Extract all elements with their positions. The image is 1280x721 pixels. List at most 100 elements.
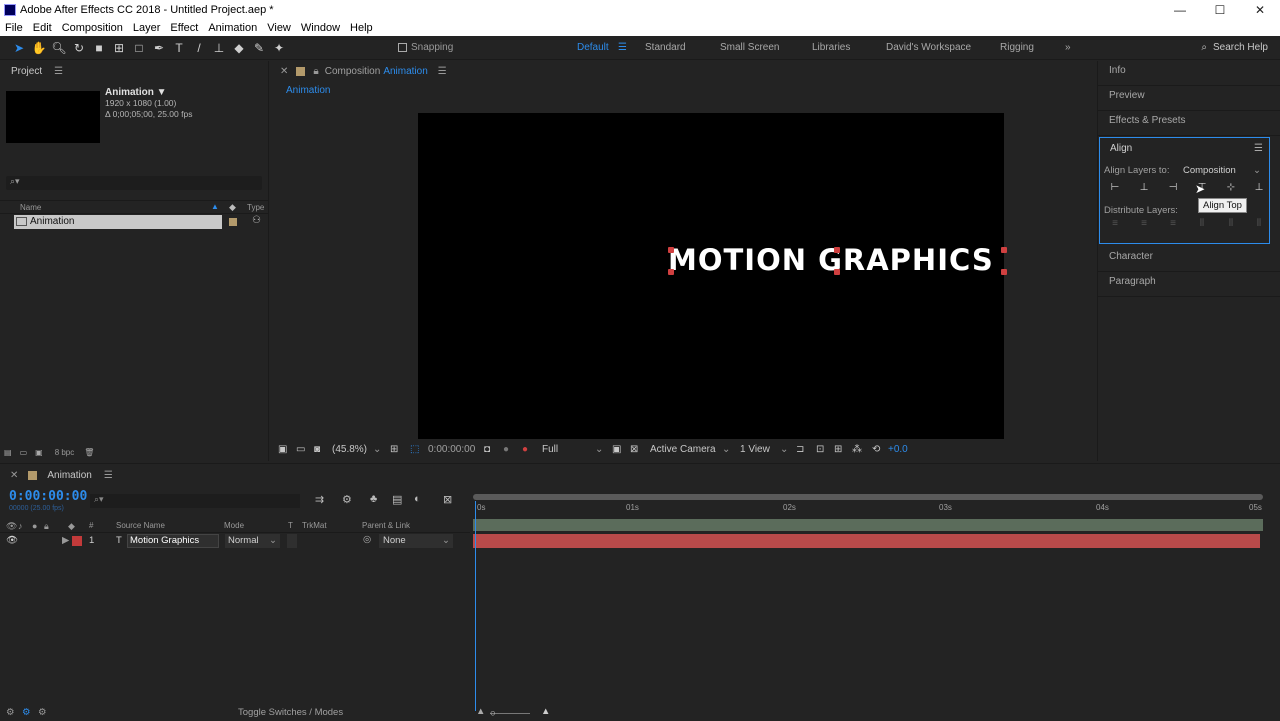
preserve-transparency-header[interactable]: T (288, 521, 293, 530)
panel-menu-icon[interactable]: ☰ (104, 470, 113, 481)
toggle-switches-modes[interactable]: Toggle Switches / Modes (238, 707, 343, 718)
align-vertical-center-icon[interactable]: ⊹ (1224, 182, 1238, 194)
brush-tool-icon[interactable]: / (190, 39, 208, 57)
current-time-display[interactable]: 0:00:00:00 (428, 444, 475, 455)
blend-mode-dropdown[interactable]: Normal ⌄ (225, 534, 280, 548)
parent-pickwhip-icon[interactable]: ◎ (363, 534, 371, 545)
menu-animation[interactable]: Animation (203, 22, 262, 34)
workspace-davids[interactable]: David's Workspace (886, 42, 971, 53)
mode-header[interactable]: Mode (224, 521, 244, 530)
work-area-range[interactable] (473, 519, 1263, 531)
show-snapshot-icon[interactable]: ● (503, 444, 509, 455)
workspace-menu-icon[interactable]: ☰ (618, 42, 627, 53)
camera-dropdown[interactable]: Active Camera (650, 444, 716, 455)
motion-blur-icon[interactable]: ◐ (414, 493, 421, 505)
close-tab-icon[interactable]: ✕ (280, 66, 288, 77)
channel-rgb-icon[interactable]: ● (522, 444, 528, 455)
preview-panel-tab[interactable]: Preview (1098, 86, 1280, 111)
anchor-point-handle[interactable] (834, 269, 840, 275)
composition-mini-flowchart-icon[interactable]: ⇉ (315, 493, 324, 506)
shy-layers-icon[interactable]: ♣ (370, 493, 377, 505)
bpc-label[interactable]: 8 bpc (55, 448, 75, 457)
snapping-toggle[interactable]: Snapping (398, 42, 453, 53)
composition-navigator-tab[interactable]: Animation (286, 85, 330, 96)
align-bottom-icon[interactable]: ⊥ (1252, 182, 1266, 194)
label-tag-icon[interactable]: ◆ (68, 521, 75, 532)
delete-icon[interactable]: 🗑︎ (84, 448, 94, 457)
timeline-icon[interactable]: ⊞ (834, 444, 842, 455)
close-window-button[interactable]: ✕ (1240, 3, 1280, 17)
reset-exposure-icon[interactable]: ⟲ (872, 444, 880, 455)
maximize-button[interactable]: ☐ (1200, 3, 1240, 17)
zoom-level-dropdown[interactable]: (45.8%) (332, 444, 367, 455)
workspace-small-screen[interactable]: Small Screen (720, 42, 779, 53)
audio-toggle-icon[interactable]: ♪ (18, 521, 23, 531)
pen-tool-icon[interactable]: ✒ (150, 39, 168, 57)
workspace-default[interactable]: Default (577, 42, 609, 53)
menu-edit[interactable]: Edit (28, 22, 57, 34)
transparency-grid-icon[interactable]: ⊠ (630, 444, 638, 455)
lock-icon[interactable]: 🔒︎ (313, 66, 318, 77)
layer-label-swatch[interactable] (72, 536, 82, 546)
rotate-tool-icon[interactable]: ↻ (70, 39, 88, 57)
align-left-icon[interactable]: ⊢ (1108, 182, 1122, 194)
close-tab-icon[interactable]: ✕ (10, 470, 18, 481)
effects-presets-panel-tab[interactable]: Effects & Presets (1098, 111, 1280, 136)
paragraph-panel-tab[interactable]: Paragraph (1098, 272, 1280, 297)
new-folder-icon[interactable]: ▭ (20, 448, 28, 457)
transfer-controls-icon[interactable]: ⚙ (22, 707, 31, 718)
flowchart-icon[interactable]: ⁂ (852, 444, 862, 455)
work-area-bar[interactable] (473, 494, 1263, 500)
info-panel-tab[interactable]: Info (1098, 61, 1280, 86)
project-tab[interactable]: Project ☰ (0, 61, 268, 81)
trkmat-header[interactable]: TrkMat (302, 521, 327, 530)
video-toggle-icon[interactable]: 👁︎ (6, 521, 17, 532)
label-color-swatch[interactable] (229, 218, 237, 226)
align-panel-title[interactable]: Align (1110, 143, 1132, 154)
menu-file[interactable]: File (0, 22, 28, 34)
align-layers-to-dropdown[interactable]: Composition ⌄ (1183, 165, 1263, 176)
chevron-down-icon[interactable]: ⌄ (780, 444, 788, 455)
menu-help[interactable]: Help (345, 22, 378, 34)
expand-layer-chevron-icon[interactable]: ▶ (62, 535, 69, 546)
view-layout-dropdown[interactable]: 1 View (740, 444, 770, 455)
layer-name[interactable]: Motion Graphics (127, 534, 219, 548)
distribute-top-icon[interactable]: ≡ (1108, 218, 1122, 230)
zoom-out-icon[interactable]: ▲ (476, 706, 485, 717)
transform-handle[interactable] (668, 269, 674, 275)
eye-icon[interactable]: 👁︎ (6, 535, 18, 546)
label-tag-icon[interactable]: ◆ (229, 202, 236, 213)
source-name-header[interactable]: Source Name (116, 521, 165, 530)
minimize-button[interactable]: — (1160, 3, 1200, 17)
panel-menu-icon[interactable]: ☰ (438, 66, 447, 77)
zoom-in-icon[interactable]: ▲ (541, 706, 550, 717)
grid-guide-icon[interactable]: ⊞ (390, 444, 398, 455)
transform-handle[interactable] (668, 247, 674, 253)
chevron-down-icon[interactable]: ⌄ (373, 444, 381, 455)
project-item-name[interactable]: Animation ▼ (105, 87, 192, 98)
toggle-pixel-aspect-icon[interactable]: ⊐ (796, 444, 804, 455)
transform-handle[interactable] (834, 247, 840, 253)
new-composition-icon[interactable]: ▣ (35, 448, 43, 457)
snapshot-camera-icon[interactable]: ◘ (484, 444, 490, 455)
menu-view[interactable]: View (262, 22, 296, 34)
snapping-checkbox[interactable] (398, 43, 407, 52)
sort-ascending-icon[interactable]: ▲ (211, 202, 219, 211)
distribute-right-icon[interactable]: ⫴ (1252, 218, 1266, 230)
project-search-input[interactable]: ⌕▾ (6, 176, 262, 190)
type-tool-icon[interactable]: T (170, 39, 188, 57)
distribute-horizontal-center-icon[interactable]: ⫴ (1224, 218, 1238, 230)
type-column-header[interactable]: Type (247, 203, 264, 212)
workspace-libraries[interactable]: Libraries (812, 42, 850, 53)
layer-switches-icon[interactable]: ⚙ (6, 707, 15, 718)
in-out-icon[interactable]: ⚙ (38, 707, 47, 718)
zoom-slider-handle[interactable]: ○ (490, 708, 496, 719)
interpret-footage-icon[interactable]: ▤ (4, 448, 12, 457)
resolution-dropdown[interactable]: Full (542, 444, 558, 455)
selection-tool-icon[interactable]: ➤ (10, 39, 28, 57)
search-help-field[interactable]: ⌕ Search Help (1201, 42, 1268, 53)
draft-3d-icon[interactable]: ⚙ (342, 493, 352, 506)
name-column-header[interactable]: Name (20, 203, 41, 212)
character-panel-tab[interactable]: Character (1098, 247, 1280, 272)
current-time-indicator[interactable] (475, 501, 476, 711)
